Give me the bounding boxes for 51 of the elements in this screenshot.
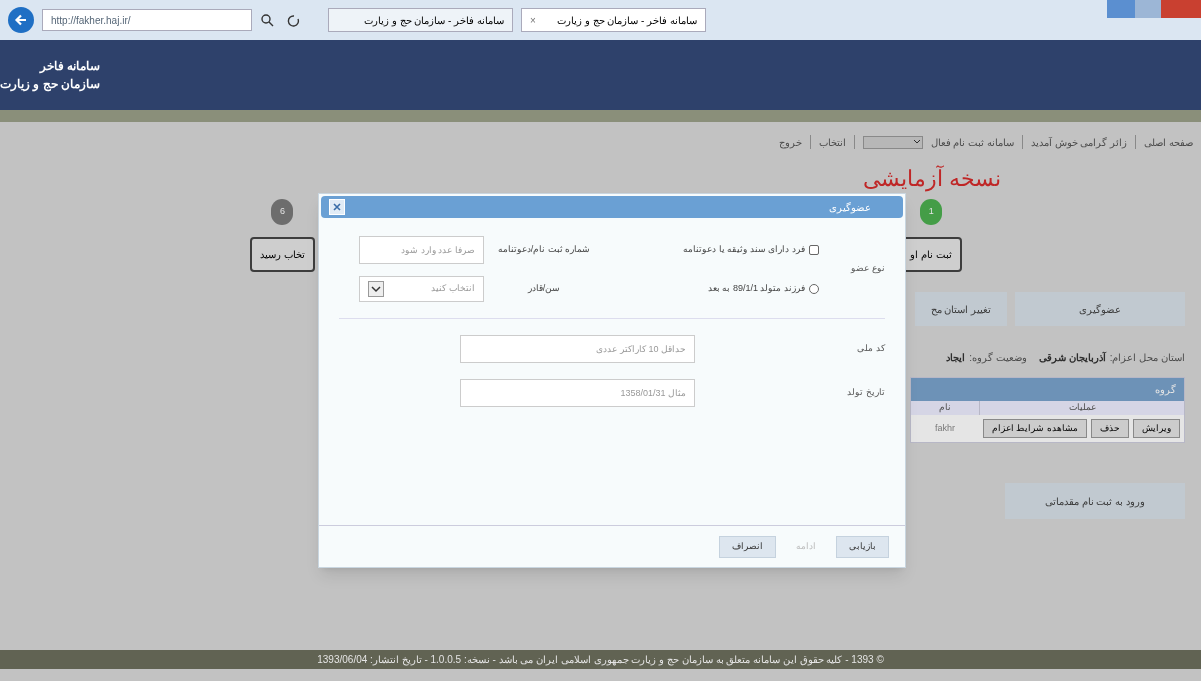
dialog-button: ادامه [784,535,828,558]
site-title: سامانه فاخر [39,58,100,75]
site-subtitle: سازمان حج و زیارت [0,76,100,93]
info-label: استان محل اعزام: [1109,351,1185,365]
action-button[interactable]: عضوگیری [1015,292,1185,326]
nav-link[interactable]: صفحه اصلی [1144,134,1193,150]
step-box[interactable]: تخاب رسید [250,237,315,272]
step-number: 1 [920,199,943,225]
field-label: نوع عضو [849,262,885,276]
back-button[interactable] [8,7,34,33]
close-icon [333,203,341,211]
field-label: سن/قادر [526,282,562,296]
input-field[interactable]: صرفا عدد وارد شود [359,236,484,264]
address-bar[interactable]: http://fakher.haj.ir/ [42,9,252,31]
column-header: عملیات [979,401,1184,415]
info-value: ایجاد [946,351,966,365]
continue-button[interactable]: ورود به ثبت نام مقدماتی [1005,483,1185,519]
info-label: وضعیت گروه: [969,351,1027,365]
step-number: 6 [271,199,294,225]
input-field[interactable]: مثال 1358/01/31 [460,379,695,407]
tab-title: سامانه فاخر - سازمان حج و زیارت [364,13,504,28]
arrow-icon [14,13,28,27]
table-cell-text: fakhr [934,421,956,435]
row-button[interactable]: حذف [1091,418,1129,438]
row-button[interactable]: مشاهده شرایط اعزام [983,418,1087,438]
dialog-title: عضوگیری [829,200,872,215]
table-title: گروه [911,378,1184,401]
field-label: کد ملی [856,342,885,356]
welcome-text: زائر گرامی خوش آمدید [1030,135,1128,150]
checkbox-option[interactable]: فرد دارای سند وثیقه یا دعوتنامه [604,243,819,257]
close-button[interactable] [329,199,345,215]
nav-link[interactable]: خروج [778,134,802,150]
nav-link[interactable]: انتخاب [818,134,846,150]
caret-icon [368,281,384,297]
footer-text: © 1393 - کلیه حقوق این سامانه متعلق به سازمان حج و زیارت جمهوری اسلامی ایران می باشد - نسخه: 1.0.0.5 - تاریخ انتشار: 1393/06/04 [0,650,1201,669]
dialog-button[interactable]: انصراف [719,535,776,558]
dialog-button[interactable]: بازیابی [836,535,889,558]
page-title: نسخه آزمایشی [861,164,1001,194]
browser-tab[interactable]: سامانه فاخر - سازمان حج و زیارت [328,8,513,32]
tab-close-button[interactable]: × [530,12,536,28]
row-button[interactable]: ویرایش [1133,418,1180,438]
radio-option[interactable]: فرزند متولد 89/1/1 به بعد [604,282,819,296]
tab-title: سامانه فاخر - سازمان حج و زیارت [557,13,697,28]
column-header: نام [938,401,952,414]
input-field[interactable]: حداقل 10 کاراکتر عددی [460,335,695,363]
field-label: تاریخ تولد [846,386,885,400]
action-button[interactable]: تغییر استان مح [915,292,1007,326]
field-label: شماره ثبت نام/دعوتنامه [496,243,592,257]
select-label: سامانه ثبت نام فعال [930,135,1014,150]
browser-tab[interactable]: × سامانه فاخر - سازمان حج و زیارت [521,8,706,32]
info-value: آذربایجان شرقی [1038,351,1106,365]
